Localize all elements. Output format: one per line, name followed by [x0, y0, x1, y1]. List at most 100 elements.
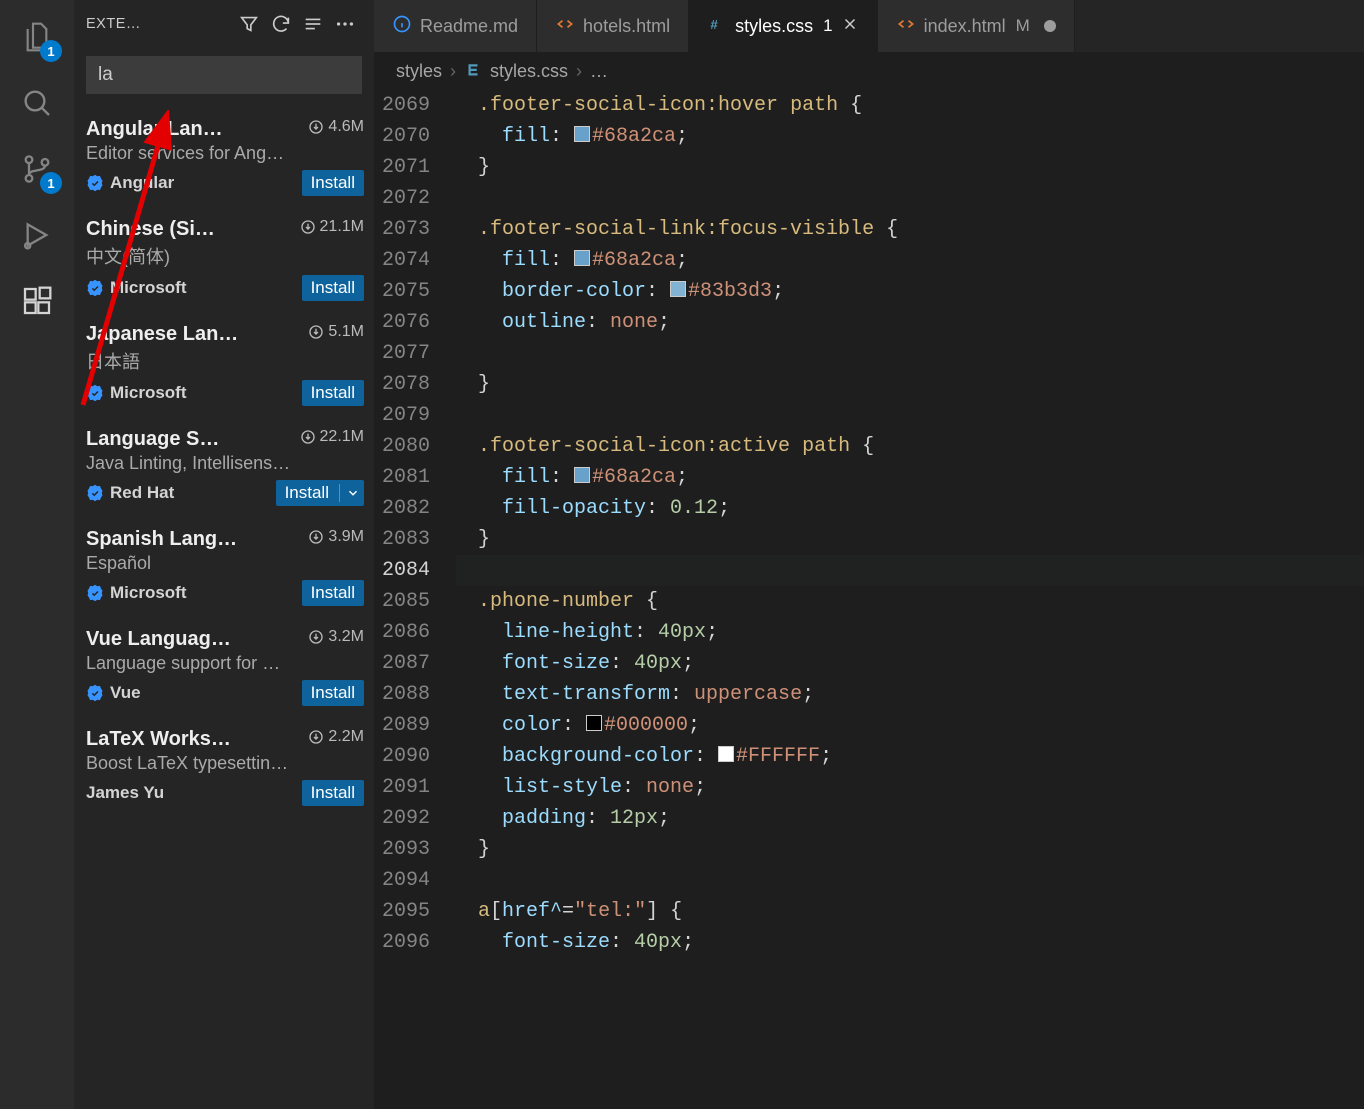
search-icon	[21, 87, 53, 119]
clear-icon[interactable]	[302, 13, 324, 35]
install-button[interactable]: Install	[302, 680, 364, 706]
extension-description: Boost LaTeX typesettin…	[86, 753, 364, 774]
code-editor[interactable]: 2069207020712072207320742075207620772078…	[374, 90, 1364, 1109]
code-line[interactable]	[456, 555, 1364, 586]
code-line[interactable]: }	[456, 152, 1364, 183]
line-number: 2080	[374, 431, 430, 462]
code-line[interactable]: font-size: 40px;	[456, 927, 1364, 958]
code-line[interactable]: padding: 12px;	[456, 803, 1364, 834]
code-line[interactable]: fill: #68a2ca;	[456, 462, 1364, 493]
breadcrumb-folder: styles	[396, 61, 442, 82]
extension-search-input[interactable]	[86, 56, 362, 94]
code-line[interactable]	[456, 400, 1364, 431]
editor-tab[interactable]: index.htmlM	[878, 0, 1075, 52]
line-number: 2085	[374, 586, 430, 617]
code-line[interactable]: .footer-social-icon:hover path {	[456, 90, 1364, 121]
code-line[interactable]: fill-opacity: 0.12;	[456, 493, 1364, 524]
breadcrumb-more: …	[590, 61, 608, 82]
breadcrumb-file: styles.css	[490, 61, 568, 82]
breadcrumb[interactable]: styles › styles.css › …	[374, 52, 1364, 90]
extension-name: Language S…	[86, 428, 219, 451]
close-icon[interactable]	[841, 15, 859, 38]
install-button[interactable]: Install	[302, 580, 364, 606]
code-line[interactable]: .footer-social-link:focus-visible {	[456, 214, 1364, 245]
activity-source-control[interactable]: 1	[16, 148, 58, 190]
extension-publisher: James Yu	[86, 783, 164, 803]
code-line[interactable]: .footer-social-icon:active path {	[456, 431, 1364, 462]
install-button[interactable]: Install	[302, 380, 364, 406]
code-line[interactable]: }	[456, 524, 1364, 555]
activity-search[interactable]	[16, 82, 58, 124]
code-line[interactable]: }	[456, 834, 1364, 865]
activity-extensions[interactable]	[16, 280, 58, 322]
code-line[interactable]	[456, 183, 1364, 214]
editor-tab[interactable]: #styles.css1	[689, 0, 877, 52]
tab-suffix: M	[1016, 16, 1030, 36]
line-number: 2086	[374, 617, 430, 648]
chevron-right-icon: ›	[576, 61, 582, 82]
extension-item[interactable]: Japanese Lan…5.1M日本語MicrosoftInstall	[86, 313, 370, 418]
code-line[interactable]: }	[456, 369, 1364, 400]
more-icon[interactable]	[334, 13, 356, 35]
tab-label: Readme.md	[420, 16, 518, 37]
line-number: 2094	[374, 865, 430, 896]
code-line[interactable]: background-color: #FFFFFF;	[456, 741, 1364, 772]
code-line[interactable]: font-size: 40px;	[456, 648, 1364, 679]
line-number: 2075	[374, 276, 430, 307]
line-number: 2081	[374, 462, 430, 493]
extension-results-list[interactable]: Angular Lan…4.6MEditor services for Ang……	[74, 108, 374, 1109]
code-line[interactable]: .phone-number {	[456, 586, 1364, 617]
chevron-right-icon: ›	[450, 61, 456, 82]
line-number: 2092	[374, 803, 430, 834]
code-line[interactable]: line-height: 40px;	[456, 617, 1364, 648]
sidebar-header: EXTE…	[74, 0, 374, 48]
extension-item[interactable]: Angular Lan…4.6MEditor services for Ang……	[86, 108, 370, 208]
extension-item[interactable]: Spanish Lang…3.9MEspañolMicrosoftInstall	[86, 518, 370, 618]
install-button[interactable]: Install	[276, 480, 364, 506]
activity-run-debug[interactable]	[16, 214, 58, 256]
code-line[interactable]: border-color: #83b3d3;	[456, 276, 1364, 307]
code-line[interactable]: fill: #68a2ca;	[456, 121, 1364, 152]
extension-item[interactable]: Vue Languag…3.2MLanguage support for …Vu…	[86, 618, 370, 718]
code-line[interactable]: a[href^="tel:"] {	[456, 896, 1364, 927]
extension-description: Editor services for Ang…	[86, 143, 364, 164]
editor-tab[interactable]: hotels.html	[537, 0, 689, 52]
code-line[interactable]: fill: #68a2ca;	[456, 245, 1364, 276]
line-number: 2069	[374, 90, 430, 121]
extension-install-count: 21.1M	[300, 218, 364, 236]
line-number: 2096	[374, 927, 430, 958]
code-line[interactable]	[456, 338, 1364, 369]
extension-name: Japanese Lan…	[86, 323, 238, 346]
editor-tab[interactable]: Readme.md	[374, 0, 537, 52]
code-line[interactable]: outline: none;	[456, 307, 1364, 338]
activity-explorer[interactable]: 1	[16, 16, 58, 58]
extension-item[interactable]: Chinese (Si…21.1M中文(简体)MicrosoftInstall	[86, 208, 370, 313]
line-number: 2076	[374, 307, 430, 338]
code-line[interactable]	[456, 865, 1364, 896]
extension-item[interactable]: Language S…22.1MJava Linting, Intellisen…	[86, 418, 370, 518]
css-file-icon	[464, 62, 482, 80]
refresh-icon[interactable]	[270, 13, 292, 35]
editor-tabs: Readme.md hotels.html#styles.css1index.ht…	[374, 0, 1364, 52]
explorer-badge: 1	[40, 40, 62, 62]
svg-text:#: #	[710, 17, 718, 32]
line-number: 2082	[374, 493, 430, 524]
extension-item[interactable]: LaTeX Works…2.2MBoost LaTeX typesettin…J…	[86, 718, 370, 818]
code-line[interactable]: list-style: none;	[456, 772, 1364, 803]
install-button[interactable]: Install	[302, 275, 364, 301]
code-line[interactable]: color: #000000;	[456, 710, 1364, 741]
install-button[interactable]: Install	[302, 170, 364, 196]
extension-description: Java Linting, Intellisens…	[86, 453, 364, 474]
code-line[interactable]: text-transform: uppercase;	[456, 679, 1364, 710]
activity-bar: 1 1	[0, 0, 74, 1109]
extension-name: Vue Languag…	[86, 628, 231, 651]
code-content[interactable]: .footer-social-icon:hover path {fill: #6…	[456, 90, 1364, 1109]
line-number: 2074	[374, 245, 430, 276]
scm-badge: 1	[40, 172, 62, 194]
extension-install-count: 3.2M	[308, 628, 364, 646]
extension-description: Language support for …	[86, 653, 364, 674]
extension-publisher: Microsoft	[86, 383, 187, 403]
install-button[interactable]: Install	[302, 780, 364, 806]
dirty-indicator	[1044, 20, 1056, 32]
filter-icon[interactable]	[238, 13, 260, 35]
